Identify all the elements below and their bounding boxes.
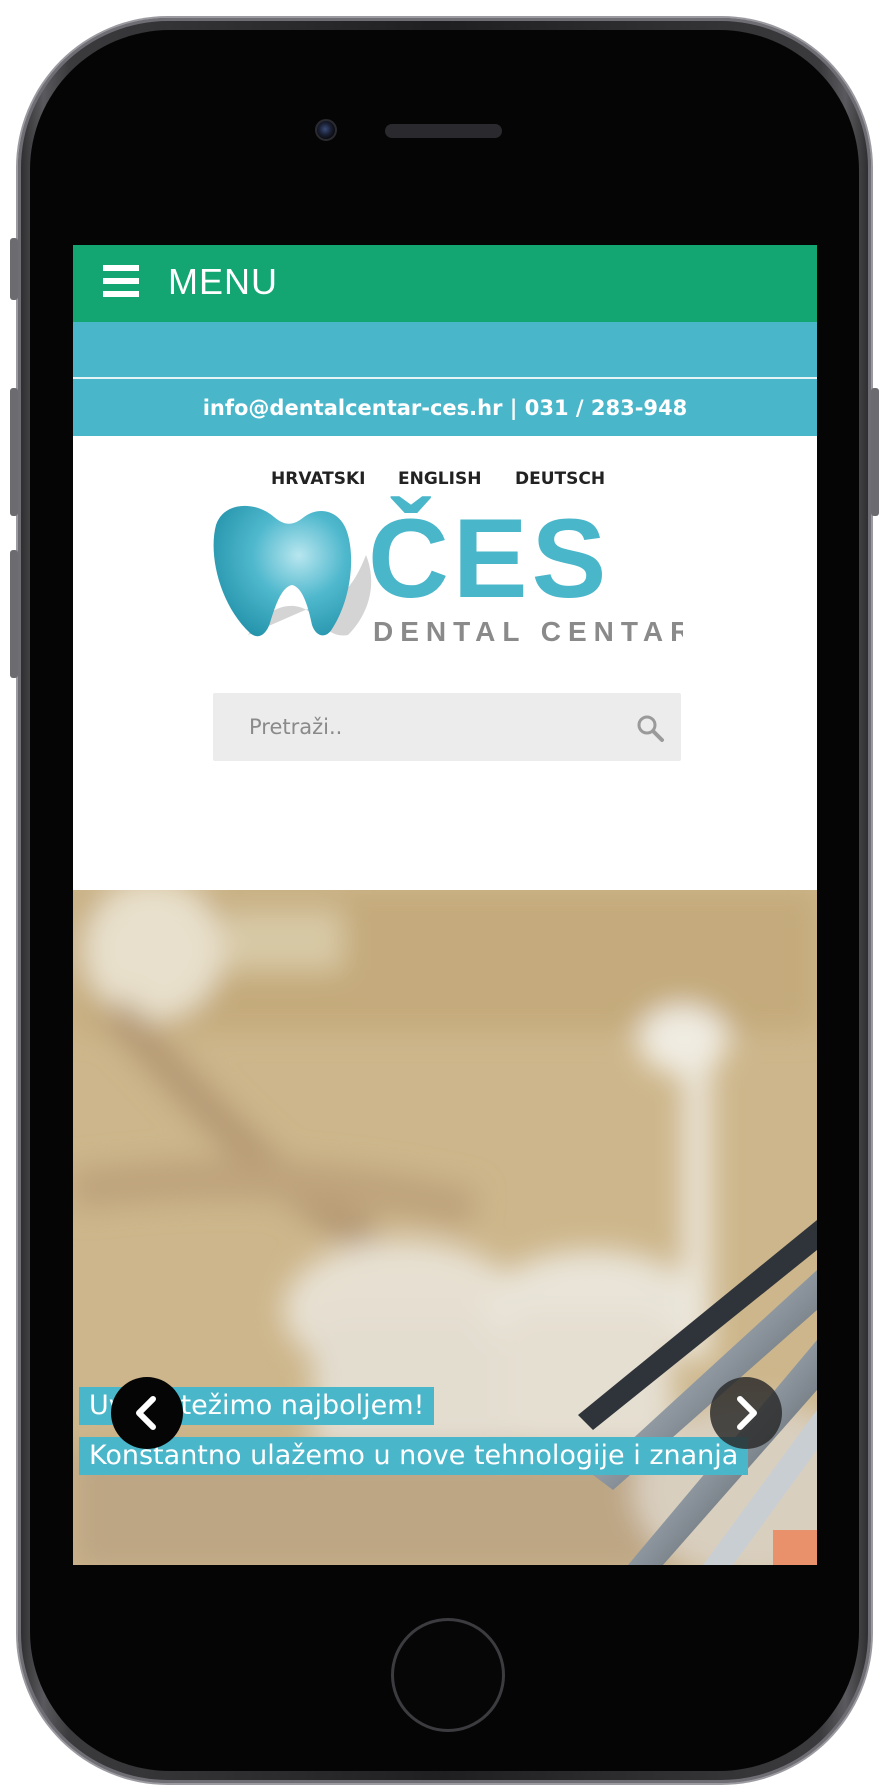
menu-bar[interactable]: MENU (73, 245, 817, 322)
contact-bar: info@dentalcentar-ces.hr | 031 / 283-948 (73, 379, 817, 436)
search-input[interactable] (213, 693, 613, 761)
search-icon[interactable] (635, 713, 665, 743)
contact-info[interactable]: info@dentalcentar-ces.hr | 031 / 283-948 (203, 396, 688, 420)
search-box (213, 693, 681, 761)
hero-slider: Uvijek težimo najboljem! Konstantno ulaž… (73, 890, 817, 1565)
lang-english[interactable]: ENGLISH (398, 469, 481, 489)
hamburger-icon[interactable] (103, 265, 139, 297)
menu-label[interactable]: MENU (168, 261, 278, 303)
earpiece-speaker (385, 124, 502, 138)
logo-subtitle: DENTAL CENTAR (373, 616, 683, 645)
web-page-screen: MENU info@dentalcentar-ces.hr | 031 / 28… (73, 245, 817, 1565)
slider-next-button[interactable] (710, 1377, 782, 1449)
phone-power-button (871, 388, 879, 516)
front-camera (315, 119, 337, 141)
chevron-left-icon (136, 1396, 156, 1430)
ces-dental-logo[interactable]: ČES DENTAL CENTAR (208, 495, 683, 645)
lang-deutsch[interactable]: DEUTSCH (515, 469, 605, 489)
slide-caption-text: Konstantno ulažemo u nove tehnologije i … (79, 1437, 749, 1475)
home-button[interactable] (391, 1618, 505, 1732)
top-blue-band (73, 322, 817, 377)
logo-name: ČES (368, 496, 610, 621)
lang-hrvatski[interactable]: HRVATSKI (271, 469, 366, 489)
phone-volume-down (10, 550, 18, 678)
phone-volume-up (10, 388, 18, 516)
phone-mute-switch (10, 238, 18, 300)
slider-prev-button[interactable] (111, 1377, 183, 1449)
chevron-right-icon (737, 1396, 757, 1430)
